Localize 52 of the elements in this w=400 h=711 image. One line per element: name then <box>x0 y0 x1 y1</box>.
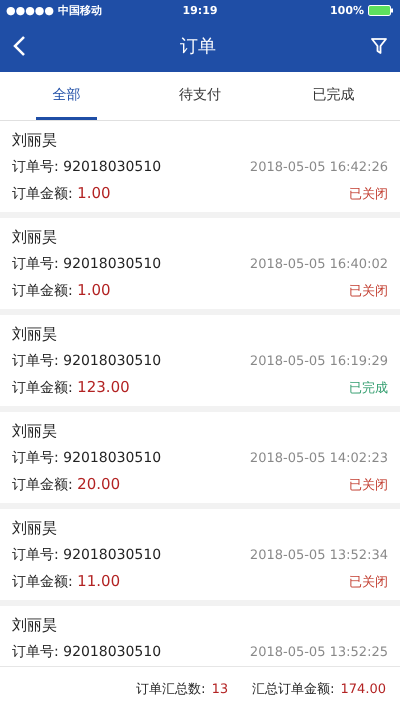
tab[interactable]: 待支付 <box>169 72 231 120</box>
amount-label: 订单金额: <box>12 283 73 299</box>
total-value: 174.00 <box>340 682 386 696</box>
battery-icon <box>368 4 394 16</box>
customer-name: 刘丽昊 <box>12 616 58 635</box>
order-number: 订单号: 92018030510 <box>12 352 162 370</box>
battery-label: 100% <box>330 4 364 16</box>
order-status: 已关闭 <box>349 186 388 203</box>
order-number: 订单号: 92018030510 <box>12 449 162 467</box>
order-card[interactable]: 刘丽昊 订单号: 92018030510 2018-05-05 13:52:34 订单金额: 11.00 已关闭 <box>0 509 400 600</box>
order-time: 2018-05-05 13:52:34 <box>250 548 388 563</box>
amount-value: 11.00 <box>77 572 120 590</box>
back-icon <box>12 35 26 57</box>
page-title: 订单 <box>180 35 216 58</box>
order-number: 订单号: 92018030510 <box>12 158 162 176</box>
order-time: 2018-05-05 13:52:25 <box>250 645 388 660</box>
customer-name: 刘丽昊 <box>12 519 58 538</box>
order-card[interactable]: 刘丽昊 订单号: 92018030510 2018-05-05 16:42:26 订单金额: 1.00 已关闭 <box>0 121 400 212</box>
amount-label: 订单金额: <box>12 477 73 493</box>
order-time: 2018-05-05 16:40:02 <box>250 257 388 272</box>
clock-label: 19:19 <box>182 4 218 16</box>
order-status: 已关闭 <box>349 477 388 494</box>
order-time: 2018-05-05 14:02:23 <box>250 451 388 466</box>
customer-name: 刘丽昊 <box>12 131 58 150</box>
count-label: 订单汇总数: <box>136 681 206 698</box>
filter-icon <box>370 37 388 55</box>
amount-label: 订单金额: <box>12 186 73 202</box>
order-card[interactable]: 刘丽昊 订单号: 92018030510 2018-05-05 16:19:29 订单金额: 123.00 已完成 <box>0 315 400 406</box>
order-number: 订单号: 92018030510 <box>12 546 162 564</box>
carrier-label: ●●●●● 中国移动 <box>6 2 103 18</box>
amount-label: 订单金额: <box>12 574 73 590</box>
count-value: 13 <box>212 682 228 696</box>
amount-value: 20.00 <box>77 475 120 493</box>
order-card[interactable]: 刘丽昊 订单号: 92018030510 2018-05-05 16:40:02 订单金额: 1.00 已关闭 <box>0 218 400 309</box>
total-label: 汇总订单金额: <box>252 681 334 698</box>
amount-value: 1.00 <box>77 184 111 202</box>
amount-label: 订单金额: <box>12 380 73 396</box>
customer-name: 刘丽昊 <box>12 422 58 441</box>
customer-name: 刘丽昊 <box>12 325 58 344</box>
order-card[interactable]: 刘丽昊 订单号: 92018030510 2018-05-05 13:52:25 <box>0 606 400 666</box>
order-time: 2018-05-05 16:42:26 <box>250 160 388 175</box>
order-number: 订单号: 92018030510 <box>12 255 162 273</box>
amount-value: 123.00 <box>77 378 130 396</box>
amount-value: 1.00 <box>77 281 111 299</box>
order-card[interactable]: 刘丽昊 订单号: 92018030510 2018-05-05 14:02:23 订单金额: 20.00 已关闭 <box>0 412 400 503</box>
tab[interactable]: 已完成 <box>302 72 364 120</box>
order-status: 已关闭 <box>349 283 388 300</box>
order-time: 2018-05-05 16:19:29 <box>250 354 388 369</box>
customer-name: 刘丽昊 <box>12 228 58 247</box>
order-number: 订单号: 92018030510 <box>12 643 162 661</box>
order-status: 已关闭 <box>349 574 388 591</box>
order-status: 已完成 <box>349 380 388 397</box>
